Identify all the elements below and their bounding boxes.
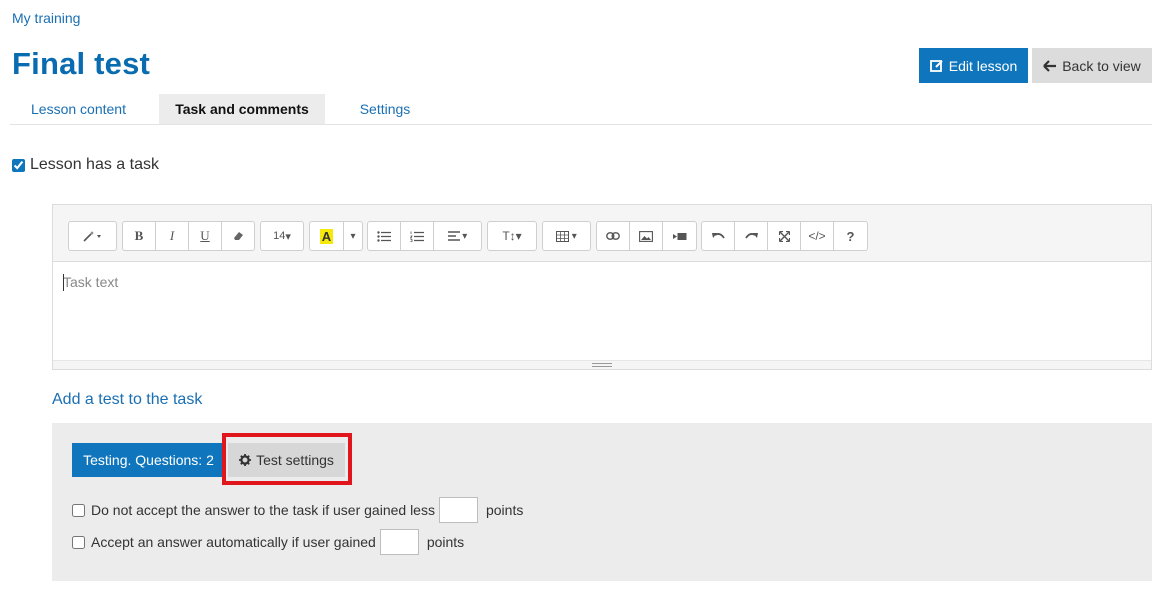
lesson-has-task-checkbox[interactable] [12, 158, 25, 172]
arrow-left-icon [1043, 59, 1057, 72]
add-test-link[interactable]: Add a test to the task [52, 391, 202, 409]
lesson-has-task-label: Lesson has a task [30, 156, 159, 173]
undo-icon[interactable] [702, 222, 735, 250]
editor-toolbar: B I U 14 ▾ A ▾ ▾ T↕▾ ▾ </> ? [53, 205, 1151, 262]
auto-accept-checkbox[interactable] [72, 535, 85, 549]
min-points-input[interactable] [438, 497, 478, 523]
lesson-has-task[interactable]: Lesson has a task [12, 156, 159, 174]
fullscreen-icon[interactable] [768, 222, 801, 250]
text-height-group: T↕▾ [487, 221, 537, 251]
magic-wand-icon[interactable] [69, 222, 116, 250]
back-to-view-label: Back to view [1062, 57, 1141, 74]
resize-grip-icon [592, 363, 612, 367]
test-settings-label: Test settings [256, 452, 334, 468]
test-panel: Testing. Questions: 2 Test settings Do n… [52, 423, 1152, 581]
bold-icon[interactable]: B [123, 222, 156, 250]
min-points-suffix: points [485, 502, 524, 518]
page-title: Final test [12, 46, 151, 81]
underline-icon[interactable]: U [189, 222, 222, 250]
gear-icon [239, 454, 252, 466]
font-size-value: 14 [273, 230, 286, 242]
edit-lesson-label: Edit lesson [948, 57, 1018, 74]
test-settings-button[interactable]: Test settings [228, 443, 345, 477]
align-icon[interactable]: ▾ [434, 222, 481, 250]
edit-icon [929, 59, 944, 73]
min-points-label: Do not accept the answer to the task if … [91, 502, 435, 518]
redo-icon[interactable] [735, 222, 768, 250]
task-text-editor: B I U 14 ▾ A ▾ ▾ T↕▾ ▾ </> ? Task text [52, 204, 1152, 370]
link-icon[interactable] [597, 222, 630, 250]
tab-task-and-comments[interactable]: Task and comments [159, 94, 325, 124]
testing-questions-button[interactable]: Testing. Questions: 2 [72, 443, 225, 477]
code-view-icon[interactable]: </> [801, 222, 834, 250]
font-size-group: 14 ▾ [260, 221, 304, 251]
style-group [68, 221, 117, 251]
insert-group [596, 221, 697, 251]
edit-lesson-button[interactable]: Edit lesson [919, 48, 1028, 83]
editor-resize-handle[interactable] [53, 360, 1151, 369]
min-points-checkbox[interactable] [72, 503, 85, 517]
task-text-input[interactable]: Task text [53, 262, 1151, 362]
table-group: ▾ [542, 221, 591, 251]
unordered-list-icon[interactable] [368, 222, 401, 250]
color-group: A ▾ [309, 221, 363, 251]
min-points-option: Do not accept the answer to the task if … [72, 497, 523, 523]
breadcrumb[interactable]: My training [12, 10, 80, 26]
auto-accept-label: Accept an answer automatically if user g… [91, 534, 376, 550]
help-icon[interactable]: ? [834, 222, 867, 250]
video-icon[interactable] [663, 222, 696, 250]
history-group: </> ? [701, 221, 868, 251]
auto-accept-input[interactable] [379, 529, 419, 555]
eraser-icon[interactable] [222, 222, 254, 250]
paragraph-group: ▾ [367, 221, 482, 251]
auto-accept-option: Accept an answer automatically if user g… [72, 529, 464, 555]
highlight-color-icon[interactable]: A [310, 222, 344, 250]
italic-icon[interactable]: I [156, 222, 189, 250]
back-to-view-button[interactable]: Back to view [1032, 48, 1152, 83]
lesson-tabs: Lesson content Task and comments Setting… [10, 94, 1152, 125]
ordered-list-icon[interactable] [401, 222, 434, 250]
font-style-group: B I U [122, 221, 255, 251]
table-icon[interactable]: ▾ [543, 222, 590, 250]
image-icon[interactable] [630, 222, 663, 250]
color-dropdown-icon[interactable]: ▾ [344, 222, 362, 250]
font-size-dropdown[interactable]: 14 ▾ [261, 222, 303, 250]
auto-accept-suffix: points [426, 534, 465, 550]
tab-lesson-content[interactable]: Lesson content [10, 94, 147, 124]
text-height-icon[interactable]: T↕▾ [488, 222, 536, 250]
tab-settings[interactable]: Settings [325, 94, 445, 124]
